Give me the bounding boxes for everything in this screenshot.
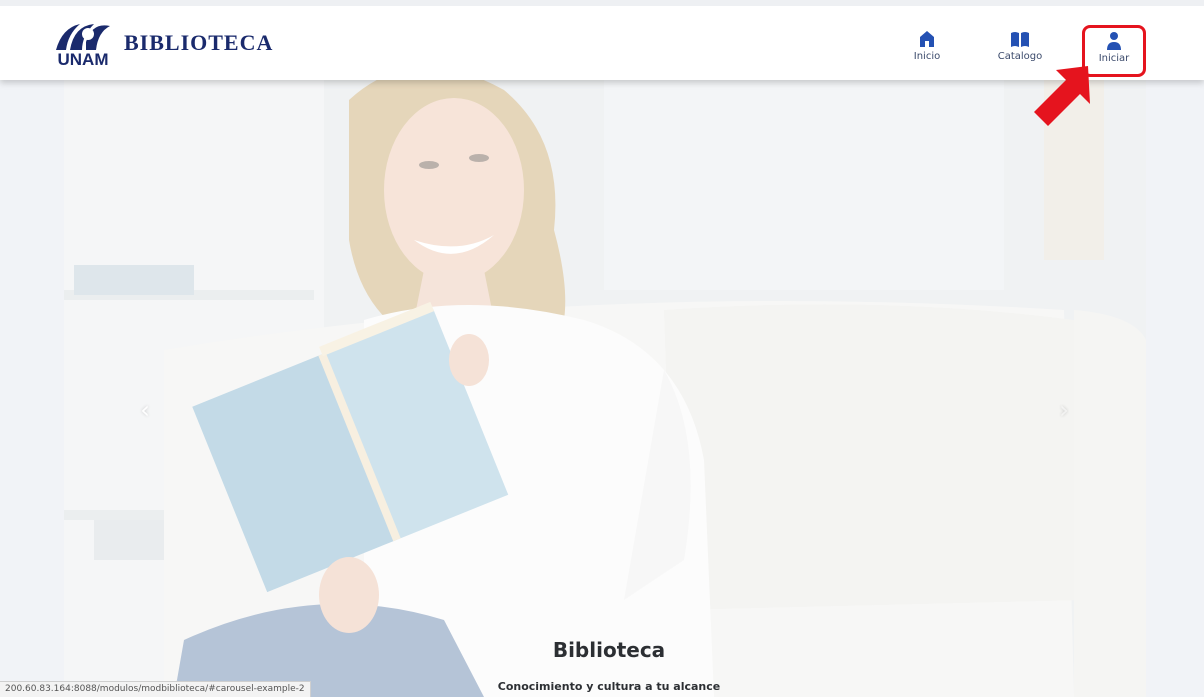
status-bar-url: 200.60.83.164:8088/modulos/modbiblioteca… (0, 681, 311, 697)
unam-emblem-icon (56, 24, 110, 50)
right-gutter (1146, 80, 1204, 697)
brand[interactable]: UNAM BIBLIOTECA (52, 20, 274, 74)
logo-text: UNAM (57, 50, 109, 69)
top-navbar: UNAM BIBLIOTECA Inicio Catalogo Iniciar (0, 0, 1204, 80)
nav-inicio-label: Inicio (913, 51, 941, 62)
page: ‹ › Biblioteca Conocimiento y cultura a … (0, 0, 1204, 697)
carousel-prev-button[interactable]: ‹ (130, 390, 160, 430)
hero-image (64, 80, 1146, 697)
left-gutter (0, 80, 64, 697)
nav-catalogo-label: Catalogo (997, 51, 1043, 62)
nav-inicio[interactable]: Inicio (897, 24, 957, 76)
carousel-caption-title: Biblioteca (552, 638, 666, 662)
carousel-next-button[interactable]: › (1049, 390, 1079, 430)
carousel-caption-subtitle: Conocimiento y cultura a tu alcance (497, 680, 721, 693)
home-icon (920, 31, 934, 47)
brand-name: BIBLIOTECA (124, 30, 274, 55)
nav-iniciar-label: Iniciar (1098, 53, 1130, 64)
unam-logo: UNAM (52, 20, 114, 74)
annotation-arrow-icon (1034, 66, 1090, 126)
user-icon (1107, 32, 1121, 50)
hero-carousel: ‹ › Biblioteca Conocimiento y cultura a … (64, 80, 1146, 697)
book-icon (1011, 32, 1029, 47)
